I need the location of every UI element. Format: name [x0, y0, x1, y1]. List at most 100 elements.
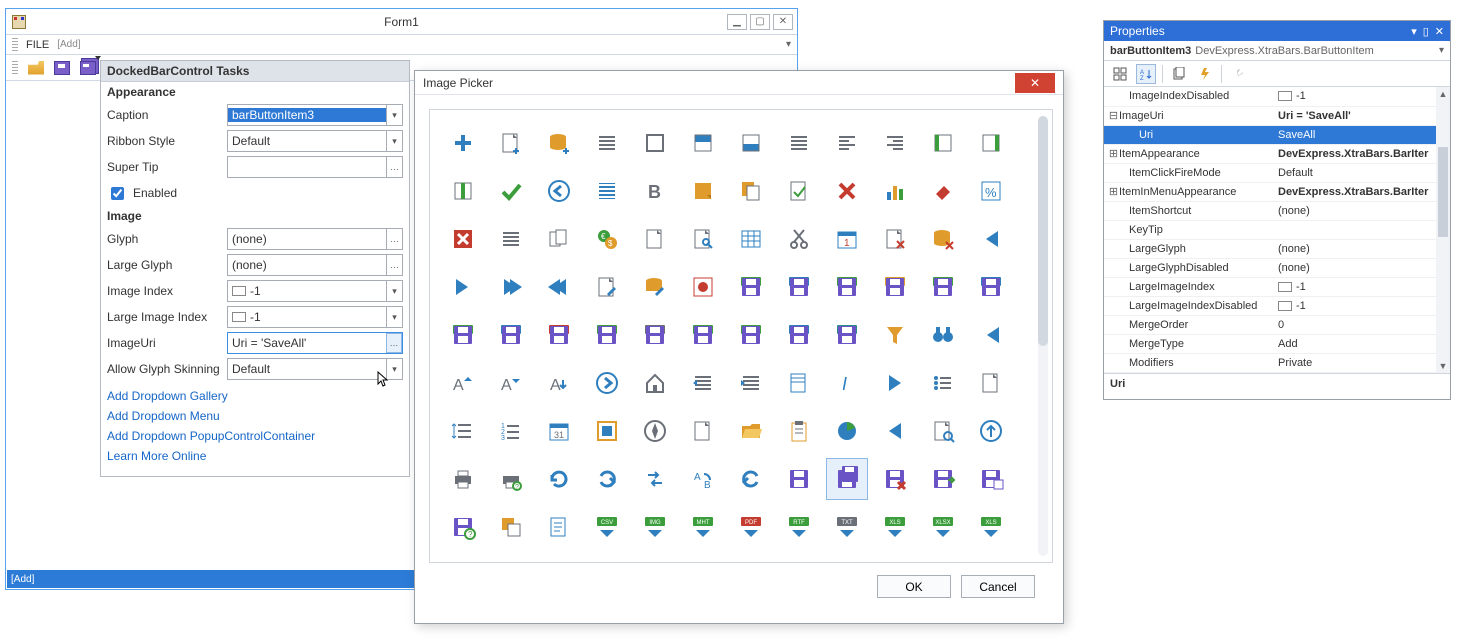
icon-exportxps[interactable]: XPS [826, 314, 868, 356]
cancel-button[interactable]: Cancel [961, 575, 1035, 598]
large-glyph-input[interactable]: (none) … [227, 254, 403, 276]
icon-exporttxt[interactable]: TXT [634, 314, 676, 356]
icon-exportrtf[interactable]: RTF [586, 314, 628, 356]
icon-exportepub[interactable]: EPUB [826, 266, 868, 308]
categorized-button[interactable] [1110, 64, 1130, 84]
icon-newpage[interactable] [682, 410, 724, 452]
minimize-button[interactable]: ▁ [727, 14, 747, 30]
imageuri-ellipsis-icon[interactable]: … [386, 333, 402, 353]
icon-sendpdf[interactable]: PDF [730, 506, 772, 548]
icon-bulletlist[interactable] [922, 362, 964, 404]
icon-sendimg[interactable]: IMG [634, 506, 676, 548]
glyph-input[interactable]: (none) … [227, 228, 403, 250]
icon-notecheck[interactable] [778, 170, 820, 212]
icon-play[interactable] [490, 266, 532, 308]
properties-object-selector[interactable]: barButtonItem3 DevExpress.XtraBars.BarBu… [1104, 41, 1450, 61]
menubar-add-hint[interactable]: [Add] [57, 39, 80, 50]
image-index-select[interactable]: -1 ▾ [227, 280, 403, 302]
picker-titlebar[interactable]: Image Picker ✕ [415, 71, 1063, 95]
icon-close[interactable] [826, 170, 868, 212]
icon-saveexport[interactable] [922, 458, 964, 500]
add-dropdown-gallery-link[interactable]: Add Dropdown Gallery [107, 386, 403, 406]
icon-note[interactable] [682, 170, 724, 212]
icon-barchart[interactable] [874, 170, 916, 212]
icon-sendxls[interactable]: XLS [874, 506, 916, 548]
prop-row-mergetype[interactable]: MergeTypeAdd [1104, 334, 1450, 353]
icon-blank[interactable] [970, 362, 1012, 404]
prop-row-itemclickfiremode[interactable]: ItemClickFireModeDefault [1104, 163, 1450, 182]
scrollbar-up-icon[interactable]: ▲ [1436, 87, 1450, 101]
icon-exportdoc[interactable]: DOC [778, 266, 820, 308]
learn-more-link[interactable]: Learn More Online [107, 446, 403, 466]
enabled-checkbox[interactable] [111, 187, 124, 200]
icon-save[interactable] [778, 458, 820, 500]
prop-row-imageuri[interactable]: ⊟ImageUriUri = 'SaveAll' [1104, 106, 1450, 125]
expand-icon[interactable]: ⊞ [1108, 147, 1119, 160]
icon-add[interactable] [442, 122, 484, 164]
allow-glyph-skinning-dropdown-icon[interactable]: ▾ [386, 359, 402, 379]
prop-row-modifiers[interactable]: ModifiersPrivate [1104, 353, 1450, 372]
icon-exportxls[interactable]: XLS [682, 314, 724, 356]
icon-page[interactable] [634, 218, 676, 260]
icon-bold[interactable]: B [634, 170, 676, 212]
properties-scrollbar-thumb[interactable] [1438, 147, 1448, 237]
icon-fontsizeinc[interactable]: A [442, 362, 484, 404]
icon-sendcsv[interactable]: CSV [586, 506, 628, 548]
maximize-button[interactable]: ▢ [750, 14, 770, 30]
icon-sendmht[interactable]: MHT [682, 506, 724, 548]
icon-fontsizedec[interactable]: A [490, 362, 532, 404]
expand-icon[interactable]: ⊞ [1108, 185, 1119, 198]
icon-exportmht[interactable]: MHT [442, 314, 484, 356]
icon-sendback[interactable] [490, 506, 532, 548]
expand-icon[interactable]: ⊟ [1108, 109, 1119, 122]
prop-row-iteminmenuappearance[interactable]: ⊞ItemInMenuAppearanceDevExpress.XtraBars… [1104, 182, 1450, 201]
save-icon[interactable] [54, 61, 70, 75]
picker-close-button[interactable]: ✕ [1015, 73, 1055, 93]
icon-aligntop[interactable] [682, 122, 724, 164]
add-dropdown-menu-link[interactable]: Add Dropdown Menu [107, 406, 403, 426]
icon-alignbottom[interactable] [730, 122, 772, 164]
icon-currency[interactable]: €$ [586, 218, 628, 260]
properties-pin-icon[interactable]: ▯ [1423, 25, 1429, 38]
large-image-index-dropdown-icon[interactable]: ▾ [386, 307, 402, 327]
properties-grid[interactable]: ImageIndexDisabled-1⊟ImageUriUri = 'Save… [1104, 87, 1450, 373]
prop-row-largeimageindex[interactable]: LargeImageIndex-1 [1104, 277, 1450, 296]
icon-saveall[interactable] [826, 458, 868, 500]
icon-listnumbered[interactable] [490, 218, 532, 260]
supertip-input[interactable]: … [227, 156, 403, 178]
icon-skipfirst[interactable] [970, 218, 1012, 260]
icon-indentinc[interactable] [682, 362, 724, 404]
icon-cancelfile[interactable] [874, 218, 916, 260]
icon-refresh[interactable] [538, 458, 580, 500]
ok-button[interactable]: OK [877, 575, 951, 598]
icon-bug[interactable] [682, 266, 724, 308]
open-icon[interactable] [28, 61, 44, 75]
events-button[interactable] [1195, 64, 1215, 84]
prop-row-itemappearance[interactable]: ⊞ItemAppearanceDevExpress.XtraBars.BarIt… [1104, 144, 1450, 163]
icon-openfolder[interactable] [730, 410, 772, 452]
menubar-grip[interactable] [12, 38, 18, 52]
icon-nexttrack[interactable] [874, 362, 916, 404]
prop-row-largeglyph[interactable]: LargeGlyph(none) [1104, 239, 1450, 258]
add-dropdown-popup-link[interactable]: Add Dropdown PopupControlContainer [107, 426, 403, 446]
icon-exportxml[interactable]: XML [970, 266, 1012, 308]
icon-numberedlist[interactable]: 123 [490, 410, 532, 452]
properties-scrollbar[interactable]: ▲ ▼ [1436, 87, 1450, 373]
ribbon-dropdown-icon[interactable]: ▾ [386, 131, 402, 151]
icon-back[interactable] [538, 170, 580, 212]
icon-exportodt[interactable]: ODT [490, 314, 532, 356]
icon-editpage[interactable] [586, 266, 628, 308]
icon-deletedb[interactable] [922, 218, 964, 260]
prop-row-imageindexdisabled[interactable]: ImageIndexDisabled-1 [1104, 87, 1450, 106]
icon-pages[interactable] [538, 218, 580, 260]
icon-playprev[interactable] [874, 410, 916, 452]
icon-table[interactable] [730, 218, 772, 260]
icon-sendrtf[interactable]: RTF [778, 506, 820, 548]
icon-linespacing[interactable] [442, 410, 484, 452]
toolbar-grip[interactable] [12, 61, 18, 75]
image-index-dropdown-icon[interactable]: ▾ [386, 281, 402, 301]
icon-binoculars[interactable] [922, 314, 964, 356]
icon-month[interactable]: 31 [538, 410, 580, 452]
prop-row-itemshortcut[interactable]: ItemShortcut(none) [1104, 201, 1450, 220]
icon-prevtrack[interactable] [970, 314, 1012, 356]
